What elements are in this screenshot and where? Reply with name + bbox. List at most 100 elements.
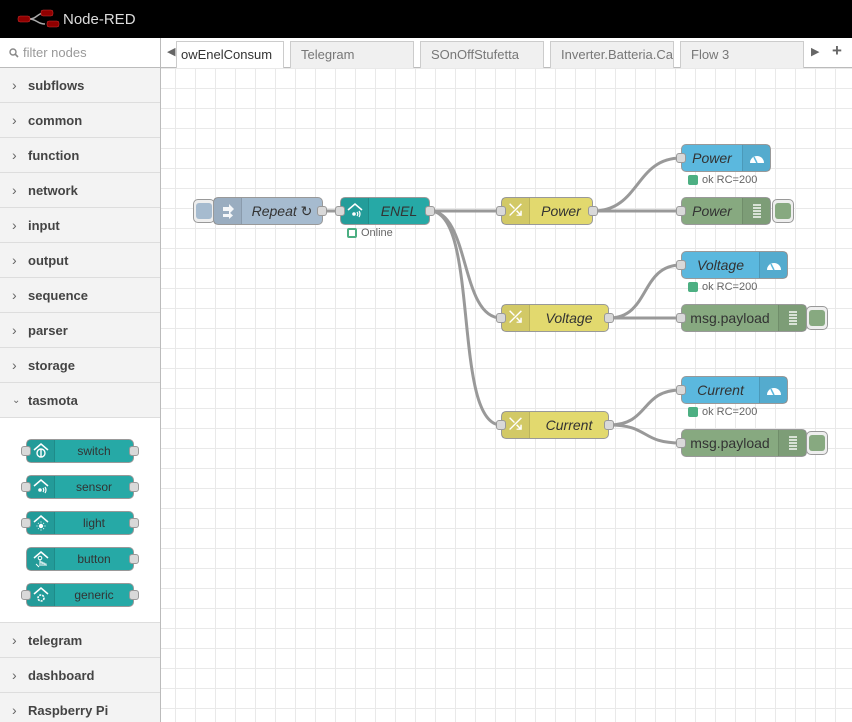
palette-node-button[interactable]: button xyxy=(26,547,139,571)
category-label: telegram xyxy=(28,632,83,648)
palette-category-parser[interactable]: › parser xyxy=(0,313,160,348)
gauge-node-current[interactable]: Current xyxy=(681,376,788,404)
shuffle-icon: ⤰ xyxy=(502,412,530,438)
scroll-tabs-right-icon[interactable]: ▶ xyxy=(811,45,819,58)
scroll-tabs-left-icon[interactable]: ◀ xyxy=(167,45,175,58)
palette-category-output[interactable]: › output xyxy=(0,243,160,278)
input-port[interactable] xyxy=(676,385,686,395)
chevron-right-icon: › xyxy=(12,182,17,198)
input-port[interactable] xyxy=(496,206,506,216)
input-port[interactable] xyxy=(335,206,345,216)
node-label: Repeat ↻ xyxy=(251,202,313,219)
change-node-voltage[interactable]: ⤰ Voltage xyxy=(501,304,609,332)
output-port[interactable] xyxy=(604,420,614,430)
palette-category-storage[interactable]: › storage xyxy=(0,348,160,383)
category-label: common xyxy=(28,112,83,128)
palette-category-function[interactable]: › function xyxy=(0,138,160,173)
debug-toggle-button[interactable] xyxy=(806,431,828,455)
node-label: Power xyxy=(541,203,581,219)
palette-node-label: light xyxy=(82,516,105,530)
output-port[interactable] xyxy=(604,313,614,323)
input-port[interactable] xyxy=(676,313,686,323)
palette-category-sequence[interactable]: › sequence xyxy=(0,278,160,313)
palette-category-network[interactable]: › network xyxy=(0,173,160,208)
palette-category-raspberry-pi[interactable]: › Raspberry Pi xyxy=(0,693,160,722)
tasmota-node-list: switch sensor light button generic xyxy=(0,418,160,623)
palette-category-tasmota[interactable]: ⌄ tasmota xyxy=(0,383,160,418)
gauge-icon xyxy=(759,377,787,403)
chevron-right-icon: › xyxy=(12,77,17,93)
input-port[interactable] xyxy=(676,206,686,216)
filter-placeholder: filter nodes xyxy=(23,45,87,60)
node-label: Power xyxy=(692,203,732,219)
app-title: Node-RED xyxy=(63,10,136,28)
add-flow-button[interactable]: + xyxy=(832,41,842,61)
debug-list-icon xyxy=(742,198,770,224)
node-label: ENEL xyxy=(380,203,418,219)
input-port xyxy=(21,482,31,492)
tasmota-sensor-icon xyxy=(341,198,369,224)
input-port[interactable] xyxy=(676,153,686,163)
palette-category-telegram[interactable]: › telegram xyxy=(0,623,160,658)
change-node-current[interactable]: ⤰ Current xyxy=(501,411,609,439)
tab-telegram[interactable]: Telegram xyxy=(290,41,414,68)
tab-label: Telegram xyxy=(301,47,355,62)
node-label: Current xyxy=(697,382,744,398)
status-text: ok RC=200 xyxy=(702,174,758,186)
tab-sonoff-stufetta[interactable]: SOnOffStufetta xyxy=(420,41,544,68)
status-text: ok RC=200 xyxy=(702,281,758,293)
palette-category-subflows[interactable]: › subflows xyxy=(0,68,160,103)
debug-node-voltage-payload[interactable]: msg.payload xyxy=(681,304,807,332)
gauge-power-status: ok RC=200 xyxy=(688,174,757,186)
output-port[interactable] xyxy=(588,206,598,216)
input-port xyxy=(21,446,31,456)
output-port[interactable] xyxy=(317,206,327,216)
chevron-right-icon: › xyxy=(12,147,17,163)
input-port[interactable] xyxy=(496,420,506,430)
palette-node-sensor[interactable]: sensor xyxy=(21,475,139,499)
debug-toggle-face xyxy=(809,310,825,326)
input-port[interactable] xyxy=(676,438,686,448)
node-label: Voltage xyxy=(697,257,744,273)
change-node-power[interactable]: ⤰ Power xyxy=(501,197,593,225)
tasmota-sensor-node-enel[interactable]: ENEL xyxy=(340,197,430,225)
debug-toggle-face xyxy=(809,435,825,451)
palette-node-generic[interactable]: generic xyxy=(21,583,139,607)
palette-category-common[interactable]: › common xyxy=(0,103,160,138)
gauge-icon xyxy=(742,145,770,171)
chevron-down-icon: ⌄ xyxy=(12,394,21,406)
tasmota-button-icon xyxy=(27,548,55,570)
tasmota-generic-icon xyxy=(27,584,55,606)
input-port[interactable] xyxy=(496,313,506,323)
inject-node-repeat[interactable]: Repeat ↻ xyxy=(213,197,323,225)
chevron-right-icon: › xyxy=(12,217,17,233)
node-red-logo-icon xyxy=(17,9,61,29)
status-text: ok RC=200 xyxy=(702,406,758,418)
debug-node-current-payload[interactable]: msg.payload xyxy=(681,429,807,457)
tasmota-sensor-icon xyxy=(27,476,55,498)
header-bar: Node-RED xyxy=(0,0,852,38)
palette-node-switch[interactable]: switch xyxy=(21,439,139,463)
category-label: sequence xyxy=(28,287,88,303)
tab-inverter-batteria[interactable]: Inverter.Batteria.Ca xyxy=(550,41,674,68)
debug-node-power[interactable]: Power xyxy=(681,197,771,225)
category-label: storage xyxy=(28,357,75,373)
node-label: Voltage xyxy=(545,310,593,326)
tab-flow-enel-consumi[interactable]: owEnelConsum xyxy=(176,41,284,69)
debug-toggle-face xyxy=(775,203,791,219)
inject-button-face xyxy=(196,203,212,219)
node-palette: filter nodes › subflows › common › function › n… xyxy=(0,38,161,722)
gauge-node-voltage[interactable]: Voltage xyxy=(681,251,788,279)
gauge-node-power[interactable]: Power xyxy=(681,144,771,172)
filter-nodes-input[interactable]: filter nodes xyxy=(0,38,160,68)
debug-toggle-button[interactable] xyxy=(772,199,794,223)
palette-category-input[interactable]: › input xyxy=(0,208,160,243)
inject-trigger-button[interactable] xyxy=(193,199,215,223)
input-port[interactable] xyxy=(676,260,686,270)
debug-toggle-button[interactable] xyxy=(806,306,828,330)
palette-node-light[interactable]: light xyxy=(21,511,139,535)
output-port xyxy=(129,482,139,492)
output-port[interactable] xyxy=(425,206,435,216)
tab-flow-3[interactable]: Flow 3 xyxy=(680,41,804,68)
palette-category-dashboard[interactable]: › dashboard xyxy=(0,658,160,693)
